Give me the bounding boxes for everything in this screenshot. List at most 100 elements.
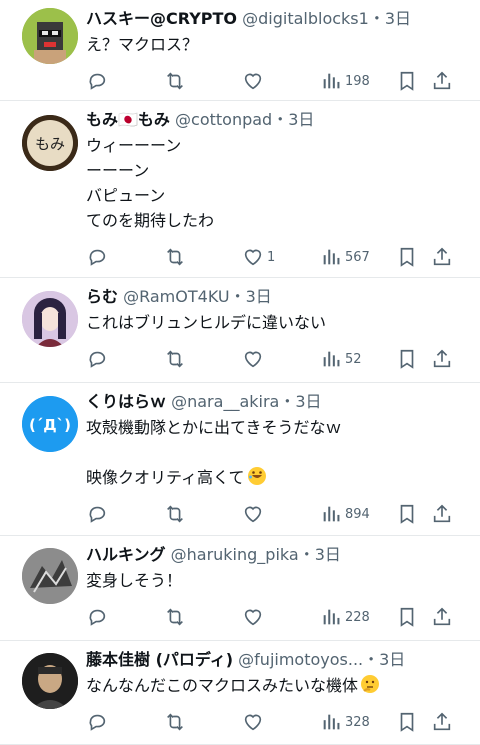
reply-icon [89,506,106,523]
retweet-icon [167,248,183,266]
reply-button[interactable] [86,69,108,93]
bookmark-button[interactable] [396,69,418,93]
bookmark-icon [400,349,414,369]
avatar[interactable] [22,653,78,709]
tweet-actions: 52 [86,335,460,385]
tweet[interactable]: ハルキング @haruking_pika・3日 変身しそう！ 228 [0,536,480,641]
share-icon [433,349,451,368]
author-handle[interactable]: @nara__akira [171,392,279,411]
avatar[interactable] [22,291,78,347]
retweet-icon [167,713,183,731]
tweet-actions: 328 [86,698,460,745]
avatar[interactable]: (´Д`) [22,396,78,452]
like-button[interactable] [242,69,267,93]
retweet-button[interactable] [164,605,186,629]
author-name[interactable]: ハスキー@CRYPTO [86,9,237,28]
tweet-text: なんなんだこのマクロスみたいな機体 [86,673,460,698]
view-count: 198 [345,73,370,89]
author-handle[interactable]: @RamOT4KU [123,287,229,306]
tweet[interactable]: もみ もみ🇯🇵もみ @cottonpad・3日 ウィーーーン ーーーン バピュー… [0,101,480,278]
retweet-button[interactable] [164,710,186,734]
like-icon [244,73,262,90]
like-button[interactable] [242,605,267,629]
share-button[interactable] [431,605,453,629]
tweet-actions: 894 [86,490,460,540]
tweet[interactable]: (´Д`) くりはらｗ @nara__akira・3日 攻殻機動隊とかに出てきそ… [0,383,480,536]
avatar[interactable]: もみ [22,115,78,171]
tweet-text-content: なんなんだこのマクロスみたいな機体 [86,676,359,695]
tweet-time[interactable]: ・3日 [363,650,405,669]
tweet-header: もみ🇯🇵もみ @cottonpad・3日 [86,109,460,131]
author-handle[interactable]: @digitalblocks1 [242,9,369,28]
tweet-header: らむ @RamOT4KU・3日 [86,286,460,308]
like-button[interactable] [242,502,267,526]
reply-button[interactable] [86,347,108,371]
share-button[interactable] [431,245,453,269]
retweet-button[interactable] [164,502,186,526]
reply-icon [89,351,106,368]
views-button[interactable]: 228 [320,605,370,629]
avatar[interactable] [22,548,78,604]
bookmark-button[interactable] [396,502,418,526]
tweet-actions: 228 [86,593,460,643]
share-button[interactable] [431,710,453,734]
bookmark-button[interactable] [396,605,418,629]
like-icon [244,714,262,731]
reply-button[interactable] [86,710,108,734]
views-icon [323,714,340,730]
tweet[interactable]: ハスキー@CRYPTO @digitalblocks1・3日 え？マクロス？ 1… [0,0,480,101]
retweet-icon [167,505,183,523]
retweet-button[interactable] [164,347,186,371]
reply-button[interactable] [86,245,108,269]
tweet-time[interactable]: ・3日 [272,110,314,129]
view-count: 328 [345,714,370,730]
like-icon [244,249,262,266]
like-icon [244,506,262,523]
author-handle[interactable]: @cottonpad [175,110,272,129]
views-button[interactable]: 894 [320,502,370,526]
tweet-actions: 198 [86,57,460,107]
reply-icon [89,249,106,266]
retweet-button[interactable] [164,245,186,269]
tweet-actions: 1 567 [86,233,460,283]
author-handle[interactable]: @fujimotoyos... [238,650,363,669]
like-icon [244,609,262,626]
reply-button[interactable] [86,502,108,526]
retweet-button[interactable] [164,69,186,93]
bookmark-button[interactable] [396,710,418,734]
views-button[interactable]: 567 [320,245,370,269]
tweet-time[interactable]: ・3日 [369,9,411,28]
author-name[interactable]: ハルキング [86,545,166,564]
author-name[interactable]: もみ🇯🇵もみ [86,110,170,129]
tweet-time[interactable]: ・3日 [279,392,321,411]
views-button[interactable]: 52 [320,347,362,371]
views-icon [323,249,340,265]
author-handle[interactable]: @haruking_pika [171,545,299,564]
like-button[interactable]: 1 [242,245,275,269]
like-button[interactable] [242,710,267,734]
share-button[interactable] [431,347,453,371]
tweet-time[interactable]: ・3日 [230,287,272,306]
share-icon [433,607,451,626]
bookmark-button[interactable] [396,347,418,371]
reply-button[interactable] [86,605,108,629]
tweet-time[interactable]: ・3日 [299,545,341,564]
tweet-text-content: 攻殻機動隊とかに出てきそうだなｗ 映像クオリティ高くて [86,418,342,487]
bookmark-button[interactable] [396,245,418,269]
views-button[interactable]: 198 [320,69,370,93]
retweet-icon [167,608,183,626]
views-button[interactable]: 328 [320,710,370,734]
tweet[interactable]: 藤本佳樹 (パロディ) @fujimotoyos...・3日 なんなんだこのマク… [0,641,480,745]
author-name[interactable]: らむ [86,287,118,306]
avatar[interactable] [22,8,78,64]
tweet-text: え？マクロス？ [86,35,199,54]
author-name[interactable]: くりはらｗ [86,392,166,411]
share-button[interactable] [431,69,453,93]
tweet-header: くりはらｗ @nara__akira・3日 [86,391,460,413]
like-button[interactable] [242,347,267,371]
share-button[interactable] [431,502,453,526]
like-icon [244,351,262,368]
author-name[interactable]: 藤本佳樹 (パロディ) [86,650,233,669]
views-icon [323,73,340,89]
tweet[interactable]: らむ @RamOT4KU・3日 これはブリュンヒルデに違いない 52 [0,278,480,383]
